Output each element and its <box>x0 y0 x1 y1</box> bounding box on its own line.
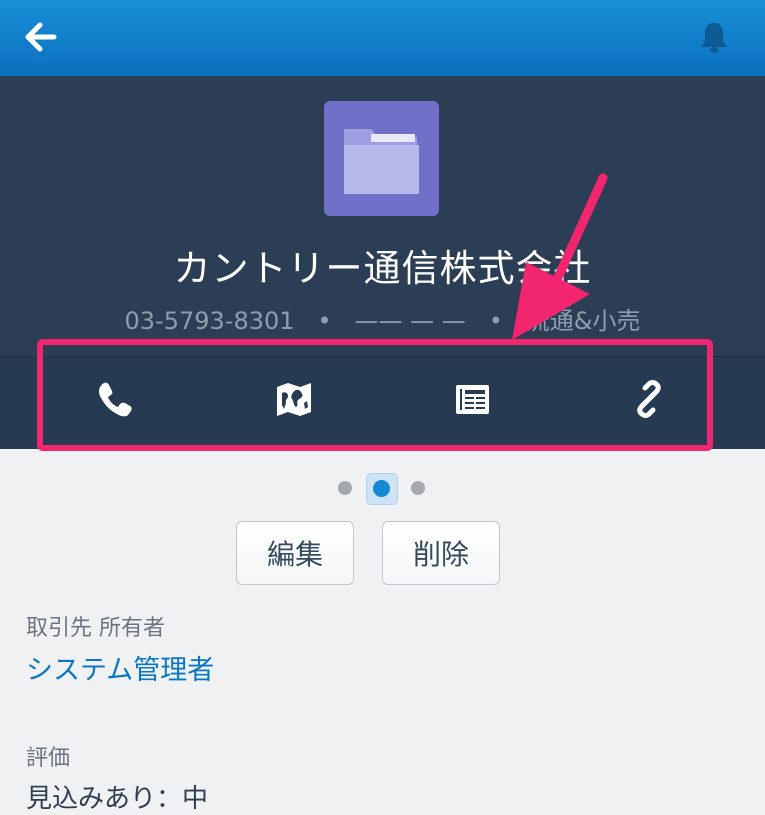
map-icon[interactable] <box>272 377 316 421</box>
bell-icon[interactable] <box>699 20 729 54</box>
rating-label: 評価 <box>26 746 71 771</box>
link-icon[interactable] <box>627 377 671 421</box>
owner-label: 取引先 所有者 <box>26 616 165 641</box>
placeholder-value: —— — — <box>354 307 466 335</box>
folder-icon <box>324 101 439 216</box>
pager-dot-active[interactable] <box>373 480 390 497</box>
pager-dots <box>0 470 765 505</box>
back-arrow-icon[interactable] <box>24 20 58 54</box>
account-name: カントリー通信株式会社 <box>173 247 592 290</box>
meta-separator: • <box>317 307 332 335</box>
record-header: カントリー通信株式会社 03-5793-8301 • —— — — • 流通&小… <box>0 76 765 356</box>
delete-button[interactable]: 削除 <box>382 521 500 585</box>
owner-value[interactable]: システム管理者 <box>26 648 214 687</box>
meta-separator: • <box>488 307 503 335</box>
pager-dot[interactable] <box>411 481 425 495</box>
top-navigation-bar <box>0 0 765 76</box>
phone-number[interactable]: 03-5793-8301 <box>125 307 295 335</box>
action-bar <box>0 356 765 449</box>
edit-button[interactable]: 編集 <box>236 521 354 585</box>
account-meta: 03-5793-8301 • —— — — • 流通&小売 <box>0 301 765 336</box>
news-icon[interactable] <box>450 377 494 421</box>
pager-dot[interactable] <box>338 481 352 495</box>
rating-value: 見込みあり：中 <box>26 784 209 814</box>
industry: 流通&小売 <box>525 307 641 335</box>
phone-icon[interactable] <box>93 377 137 421</box>
